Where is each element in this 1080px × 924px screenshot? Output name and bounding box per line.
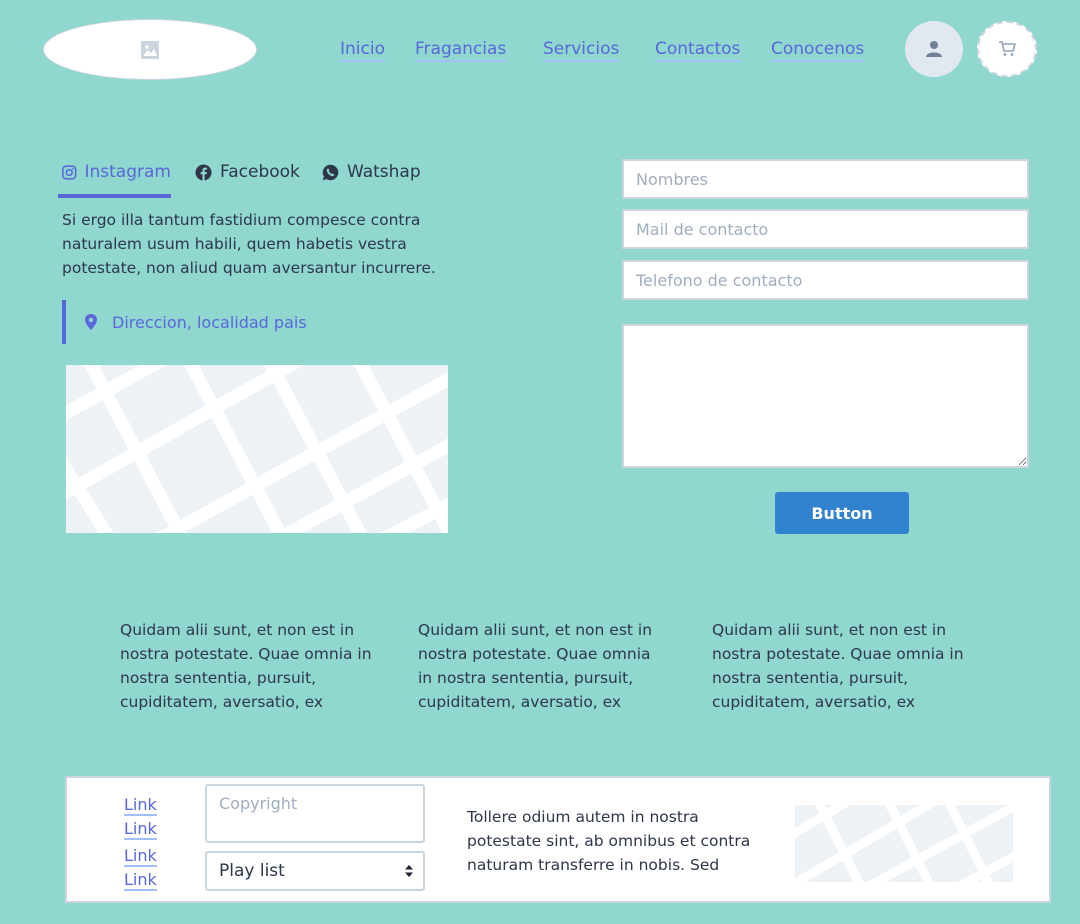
nav-fragancias[interactable]: Fragancias (415, 39, 507, 62)
playlist-select[interactable]: Play list (205, 851, 425, 891)
column-text-2: Quidam alii sunt, et non est in nostra p… (418, 621, 653, 711)
column-text-3: Quidam alii sunt, et non est in nostra p… (712, 621, 964, 711)
footer-link-1[interactable]: Link (124, 795, 157, 816)
footer-map-placeholder (795, 805, 1013, 882)
map-placeholder (66, 365, 448, 533)
cart-button[interactable] (977, 21, 1037, 77)
phone-input[interactable] (622, 260, 1029, 300)
location-pin-icon (85, 314, 97, 330)
facebook-icon (195, 164, 212, 181)
tab-label: Watshap (347, 162, 421, 182)
email-input[interactable] (622, 209, 1029, 249)
footer-text: Tollere odium autem in nostra potestate … (467, 808, 751, 874)
column-text-1: Quidam alii sunt, et non est in nostra p… (120, 621, 372, 711)
footer-link-3[interactable]: Link (124, 846, 157, 867)
playlist-select-value: Play list (219, 861, 285, 881)
nav-servicios[interactable]: Servicios (543, 39, 620, 62)
footer-link-4[interactable]: Link (124, 870, 157, 891)
tab-label: Instagram (84, 162, 172, 182)
whatsapp-icon (322, 164, 339, 181)
address-block: Direccion, localidad pais (62, 300, 442, 344)
select-arrows-icon (405, 865, 413, 877)
submit-button[interactable]: Button (775, 492, 909, 534)
message-textarea[interactable] (622, 324, 1029, 468)
logo-placeholder[interactable] (43, 19, 257, 80)
nav-inicio[interactable]: Inicio (340, 39, 385, 62)
nav-contactos[interactable]: Contactos (655, 39, 741, 62)
address-text: Direccion, localidad pais (112, 312, 307, 332)
cart-icon (999, 41, 1016, 56)
user-icon (926, 41, 942, 57)
nav-conocenos[interactable]: Conocenos (771, 39, 865, 62)
instagram-icon (62, 165, 77, 180)
user-button[interactable] (905, 21, 963, 77)
image-icon (141, 40, 159, 59)
footer-link-2[interactable]: Link (124, 819, 157, 840)
tab-whatsapp[interactable]: Watshap (322, 162, 421, 198)
tab-label: Facebook (220, 162, 300, 182)
contact-description: Si ergo illa tantum fastidium compesce c… (62, 211, 436, 277)
tab-facebook[interactable]: Facebook (195, 162, 300, 198)
name-input[interactable] (622, 159, 1029, 199)
tab-instagram[interactable]: Instagram (58, 162, 171, 198)
copyright-textarea[interactable] (205, 784, 425, 843)
